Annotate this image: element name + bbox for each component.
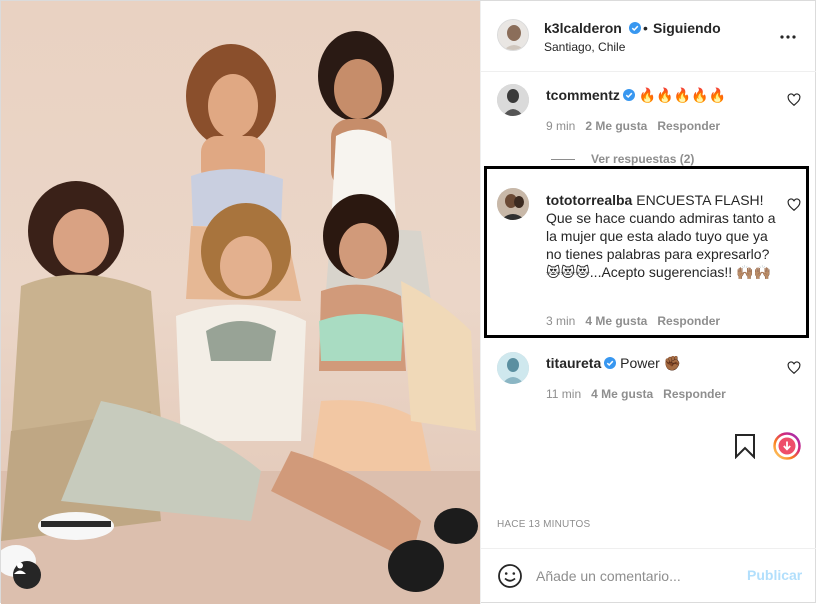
commenter-avatar[interactable] <box>497 84 529 116</box>
comment-meta: 9 min 2 Me gusta Responder <box>546 119 730 133</box>
heart-icon[interactable] <box>787 93 801 107</box>
post-photo[interactable] <box>1 1 480 604</box>
comment-meta: 11 min 4 Me gusta Responder <box>546 387 736 401</box>
reply-button[interactable]: Responder <box>663 387 726 401</box>
user-tag-icon[interactable] <box>13 561 41 589</box>
verified-badge-icon <box>604 357 617 369</box>
add-comment-bar: Publicar <box>481 548 816 604</box>
post-header: k3lcalderon • Siguiendo Santiago, Chile <box>481 1 816 72</box>
group-photo-illustration <box>1 31 480 604</box>
commenter-avatar[interactable] <box>497 352 529 384</box>
author-avatar[interactable] <box>497 19 529 51</box>
reply-button[interactable]: Responder <box>657 119 720 133</box>
comment-likes[interactable]: 2 Me gusta <box>585 119 647 133</box>
comment-text: titaureta Power ✊🏾 <box>546 354 778 372</box>
verified-badge-icon <box>622 89 635 101</box>
comment-time[interactable]: 11 min <box>546 387 581 401</box>
header-separator: • <box>643 20 648 36</box>
comment-body: Power ✊🏾 <box>620 355 682 371</box>
more-options-icon[interactable] <box>779 28 797 46</box>
view-replies-button[interactable]: Ver respuestas (2) <box>551 152 694 166</box>
author-username[interactable]: k3lcalderon <box>544 20 641 36</box>
comment-likes[interactable]: 4 Me gusta <box>591 387 653 401</box>
author-username-text[interactable]: k3lcalderon <box>544 20 622 36</box>
heart-icon[interactable] <box>787 361 801 375</box>
post-actions <box>481 429 816 465</box>
highlight-box <box>484 166 809 338</box>
comment-username[interactable]: tcommentz <box>546 87 620 103</box>
following-button[interactable]: Siguiendo <box>653 20 721 36</box>
emoji-icon[interactable] <box>497 563 523 589</box>
verified-badge-icon <box>628 22 641 34</box>
bookmark-icon[interactable] <box>733 433 757 459</box>
comment-time[interactable]: 9 min <box>546 119 575 133</box>
post-location[interactable]: Santiago, Chile <box>544 40 625 54</box>
view-replies-label[interactable]: Ver respuestas (2) <box>591 152 694 166</box>
post-timestamp[interactable]: HACE 13 MINUTOS <box>497 519 590 530</box>
story-ring-icon[interactable] <box>773 432 801 460</box>
comment-input[interactable] <box>536 563 736 589</box>
replies-line <box>551 159 575 161</box>
comment-text: tcommentz 🔥🔥🔥🔥🔥 <box>546 86 778 104</box>
comment-body: 🔥🔥🔥🔥🔥 <box>638 87 726 103</box>
comment-username[interactable]: titaureta <box>546 355 601 371</box>
publish-button[interactable]: Publicar <box>747 567 802 583</box>
